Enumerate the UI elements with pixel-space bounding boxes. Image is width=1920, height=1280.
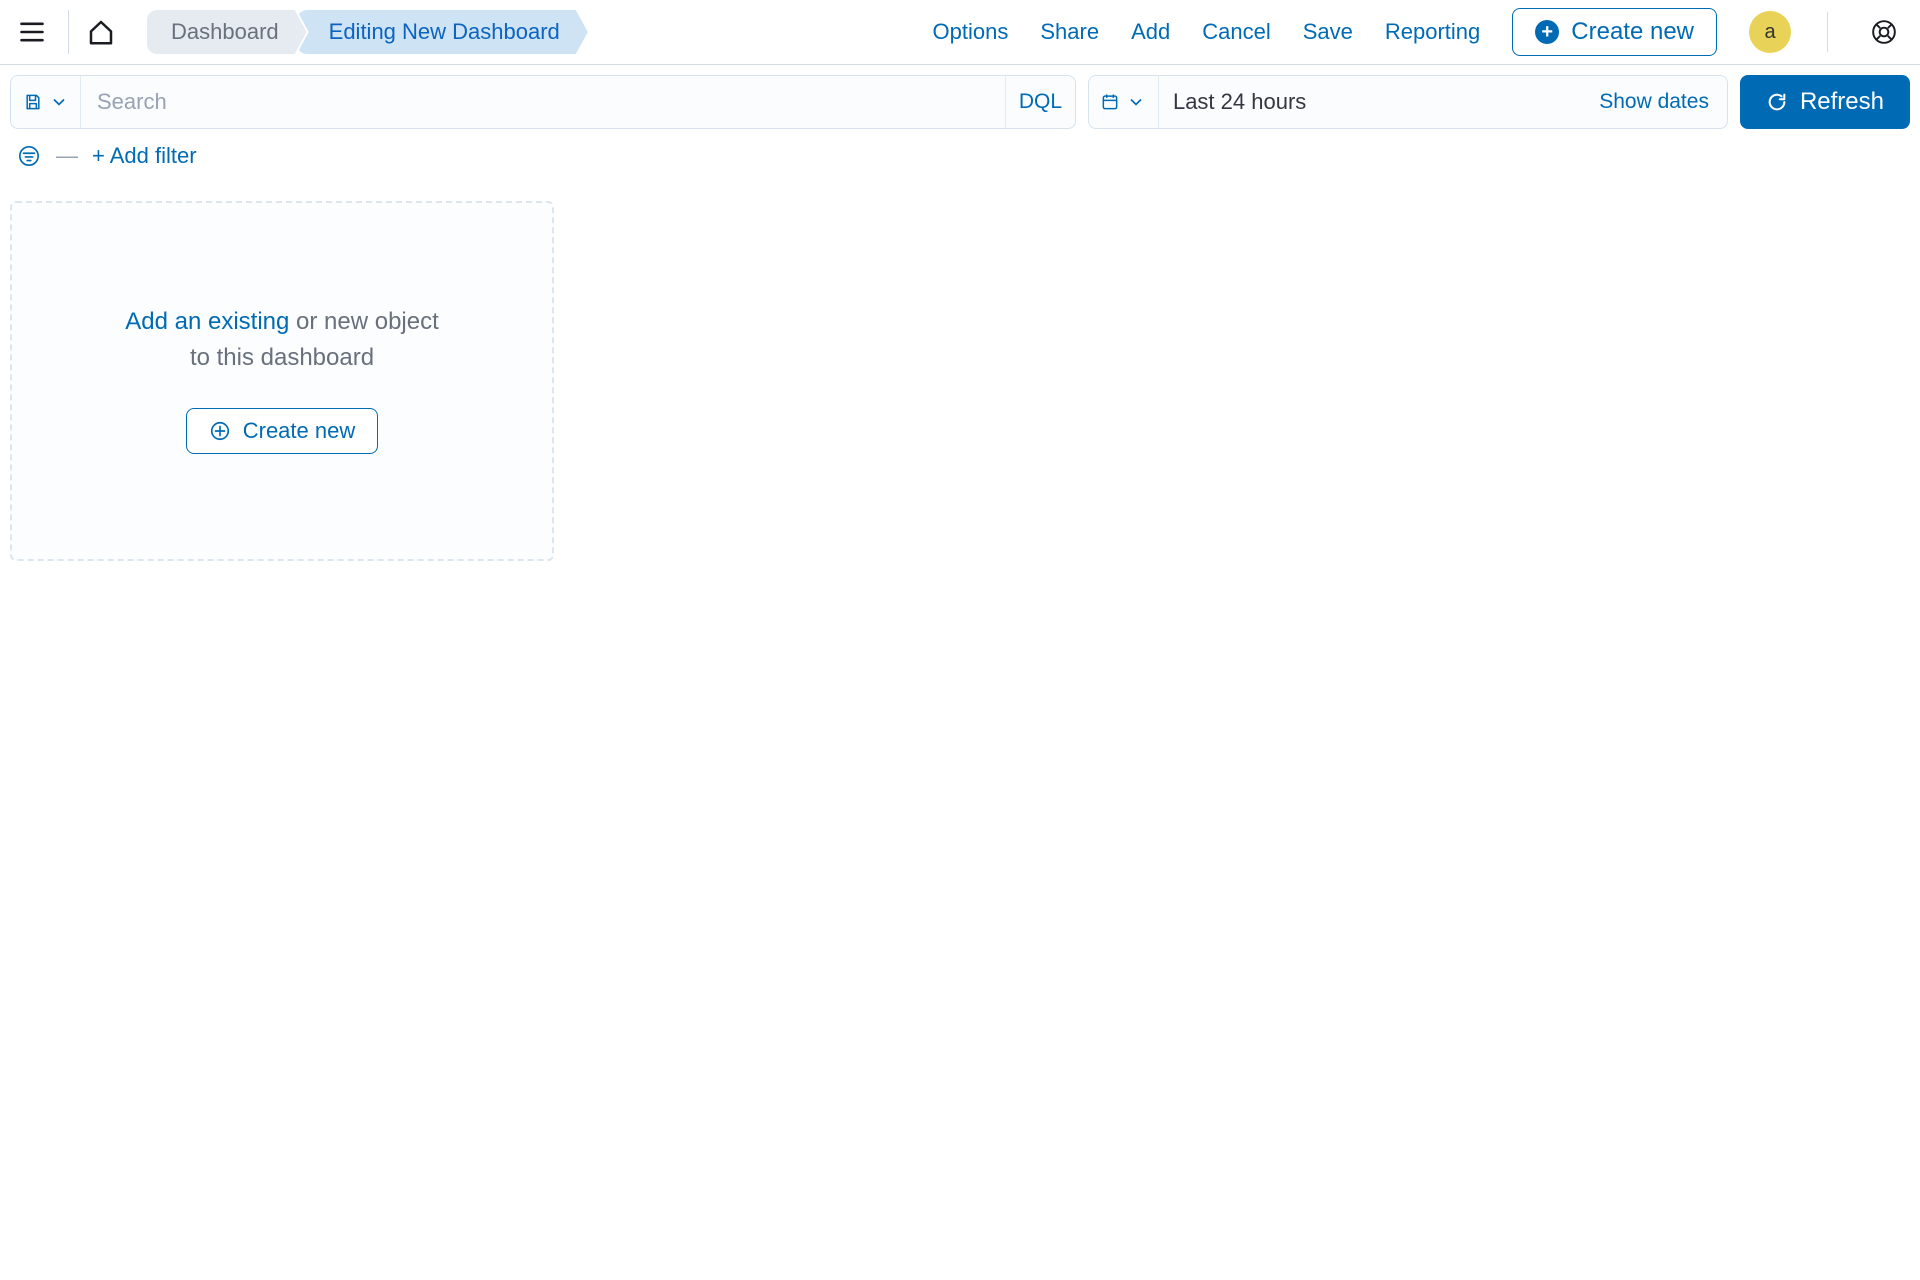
cancel-link[interactable]: Cancel bbox=[1202, 19, 1270, 45]
panel-create-new-button[interactable]: Create new bbox=[186, 408, 379, 454]
top-header: Dashboard Editing New Dashboard Options … bbox=[0, 0, 1920, 65]
plus-circle-icon: + bbox=[1535, 20, 1559, 44]
placeholder-rest-1: or new object bbox=[289, 308, 438, 335]
avatar-initial: a bbox=[1764, 21, 1775, 44]
add-link[interactable]: Add bbox=[1131, 19, 1170, 45]
refresh-icon bbox=[1766, 91, 1788, 113]
menu-toggle-button[interactable] bbox=[0, 0, 64, 64]
user-avatar[interactable]: a bbox=[1749, 11, 1791, 53]
breadcrumb: Dashboard Editing New Dashboard bbox=[147, 10, 588, 54]
plus-circle-outline-icon bbox=[209, 420, 231, 442]
header-actions: Options Share Add Cancel Save Reporting … bbox=[933, 0, 1904, 64]
breadcrumb-root[interactable]: Dashboard bbox=[147, 10, 307, 54]
home-button[interactable] bbox=[73, 0, 129, 64]
header-separator-right bbox=[1827, 12, 1828, 52]
breadcrumb-current-label: Editing New Dashboard bbox=[329, 19, 560, 45]
show-dates-link[interactable]: Show dates bbox=[1581, 76, 1727, 128]
create-new-button[interactable]: + Create new bbox=[1512, 8, 1717, 56]
filter-icon bbox=[18, 145, 40, 167]
reporting-link[interactable]: Reporting bbox=[1385, 19, 1480, 45]
saved-query-button[interactable] bbox=[11, 76, 81, 128]
dql-toggle[interactable]: DQL bbox=[1005, 76, 1075, 128]
save-icon bbox=[23, 92, 43, 112]
save-link[interactable]: Save bbox=[1303, 19, 1353, 45]
header-left: Dashboard Editing New Dashboard bbox=[0, 0, 588, 64]
add-existing-link[interactable]: Add an existing bbox=[125, 308, 289, 335]
search-group: DQL bbox=[10, 75, 1076, 129]
dashboard-grid: Add an existing or new object to this da… bbox=[0, 177, 1920, 585]
breadcrumb-current[interactable]: Editing New Dashboard bbox=[297, 10, 588, 54]
hamburger-icon bbox=[18, 18, 46, 46]
filter-bar: — + Add filter bbox=[0, 129, 1920, 177]
chevron-down-icon bbox=[49, 92, 69, 112]
search-input[interactable] bbox=[81, 76, 1005, 128]
calendar-icon bbox=[1100, 92, 1120, 112]
share-link[interactable]: Share bbox=[1040, 19, 1099, 45]
date-picker-group: Last 24 hours Show dates bbox=[1088, 75, 1728, 129]
help-button[interactable] bbox=[1864, 12, 1904, 52]
date-range-label: Last 24 hours bbox=[1173, 89, 1306, 115]
placeholder-line-1: Add an existing or new object bbox=[125, 308, 439, 336]
refresh-button[interactable]: Refresh bbox=[1740, 75, 1910, 129]
date-quick-select-button[interactable] bbox=[1089, 76, 1159, 128]
add-filter-link[interactable]: + Add filter bbox=[92, 143, 197, 169]
refresh-label: Refresh bbox=[1800, 88, 1884, 116]
query-toolbar: DQL Last 24 hours Show dates Refresh bbox=[0, 65, 1920, 129]
filter-separator: — bbox=[56, 143, 78, 169]
empty-panel-placeholder[interactable]: Add an existing or new object to this da… bbox=[10, 201, 554, 561]
panel-create-new-label: Create new bbox=[243, 418, 356, 444]
header-separator bbox=[68, 10, 69, 54]
dql-label: DQL bbox=[1019, 90, 1062, 114]
options-link[interactable]: Options bbox=[933, 19, 1009, 45]
chevron-down-icon bbox=[1126, 92, 1146, 112]
show-dates-label: Show dates bbox=[1599, 90, 1709, 114]
date-range-button[interactable]: Last 24 hours bbox=[1159, 76, 1581, 128]
placeholder-line-2: to this dashboard bbox=[190, 344, 374, 372]
breadcrumb-root-label: Dashboard bbox=[171, 19, 279, 45]
create-new-label: Create new bbox=[1571, 18, 1694, 46]
lifebuoy-icon bbox=[1871, 19, 1897, 45]
home-icon bbox=[86, 17, 116, 47]
filter-toggle-button[interactable] bbox=[16, 143, 42, 169]
